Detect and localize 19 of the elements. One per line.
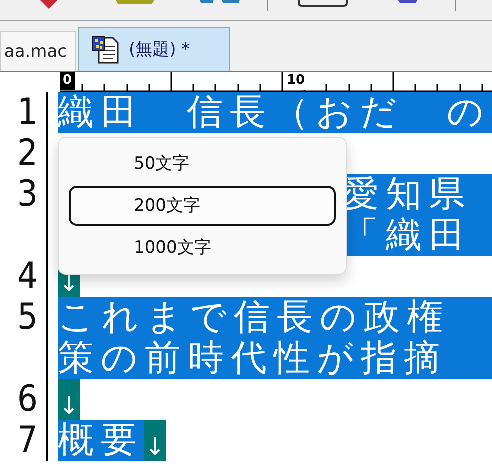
tab[interactable]: aa.mac xyxy=(0,31,76,71)
line-number: 4 xyxy=(17,256,38,296)
line-number: 1 xyxy=(17,92,38,132)
line-end-mark: ↓ xyxy=(144,420,166,461)
tab[interactable]: (無題) * xyxy=(78,27,230,71)
line-end-mark: ↓ xyxy=(58,379,80,420)
toolbar-icon[interactable] xyxy=(200,0,240,3)
menu-item[interactable]: 50文字 xyxy=(69,144,336,184)
line-number: 5 xyxy=(17,298,38,338)
line-number: 7 xyxy=(17,420,38,460)
diamond-icon[interactable] xyxy=(40,0,58,9)
ruler-label: 0 xyxy=(60,72,76,90)
menu-item[interactable]: 200文字 xyxy=(69,186,336,226)
window-icon[interactable] xyxy=(298,0,348,7)
line-number: 2 xyxy=(17,134,38,174)
document-icon xyxy=(91,34,121,64)
line-number: 3 xyxy=(17,174,38,214)
line-number: 6 xyxy=(17,380,38,420)
toolbar-icon[interactable] xyxy=(398,0,418,3)
